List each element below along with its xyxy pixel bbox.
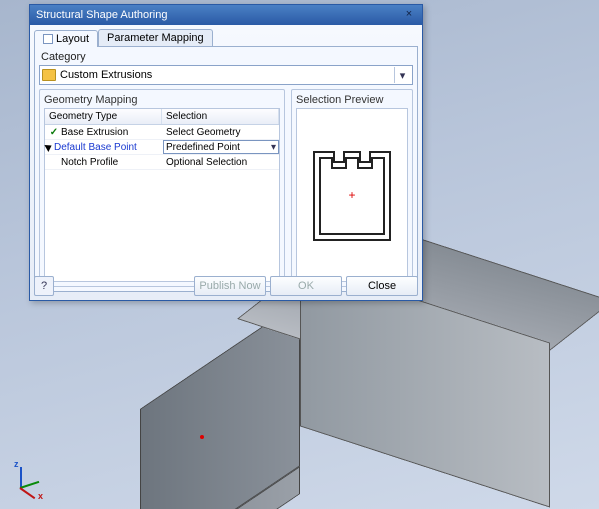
x-axis	[19, 487, 35, 499]
chevron-down-icon[interactable]: ▾	[271, 142, 276, 153]
row-base-extrusion[interactable]: ✓Base Extrusion Select Geometry	[45, 125, 279, 140]
viewport-3d[interactable]: z x Structural Shape Authoring × Layout …	[0, 0, 599, 509]
ok-button[interactable]: OK	[270, 276, 342, 296]
tab-layout-label: Layout	[56, 33, 89, 45]
col-selection: Selection	[162, 109, 279, 124]
cell-selection: Select Geometry	[166, 127, 240, 138]
geometry-mapping-title: Geometry Mapping	[44, 94, 280, 106]
tab-parameter-mapping[interactable]: Parameter Mapping	[98, 29, 213, 46]
cell-type: Base Extrusion	[61, 127, 128, 138]
selection-preview-title: Selection Preview	[296, 94, 408, 106]
folder-icon	[42, 69, 56, 81]
chevron-down-icon[interactable]: ▾	[394, 67, 410, 83]
category-dropdown[interactable]: Custom Extrusions ▾	[39, 65, 413, 85]
crosshair-icon: +	[348, 188, 355, 202]
category-label: Category	[41, 51, 413, 63]
geometry-mapping-grid[interactable]: Geometry Type Selection ✓Base Extrusion …	[44, 108, 280, 282]
check-icon: ✓	[49, 127, 59, 138]
dialog-titlebar[interactable]: Structural Shape Authoring ×	[30, 5, 422, 25]
tab-strip: Layout Parameter Mapping	[34, 29, 418, 46]
cell-selection: Predefined Point	[166, 142, 240, 153]
selection-preview-group: Selection Preview +	[291, 89, 413, 287]
publish-now-button[interactable]: Publish Now	[194, 276, 266, 296]
dialog-body: Category Custom Extrusions ▾ Geometry Ma…	[34, 46, 418, 292]
structural-shape-authoring-dialog: Structural Shape Authoring × Layout Para…	[29, 4, 423, 301]
category-value: Custom Extrusions	[60, 69, 152, 81]
tab-param-label: Parameter Mapping	[107, 32, 204, 44]
close-button[interactable]: Close	[346, 276, 418, 296]
layout-tab-icon	[43, 34, 53, 44]
dialog-footer: ? Publish Now OK Close	[34, 276, 418, 296]
tab-layout[interactable]: Layout	[34, 30, 98, 47]
cell-type: Default Base Point	[54, 142, 137, 153]
dialog-title: Structural Shape Authoring	[36, 9, 167, 21]
grid-header: Geometry Type Selection	[45, 109, 279, 125]
help-button[interactable]: ?	[34, 276, 54, 296]
cell-selection: Optional Selection	[166, 157, 247, 168]
selection-dropdown-cell[interactable]: Predefined Point ▾	[163, 140, 279, 154]
x-axis-label: x	[38, 491, 43, 501]
selection-preview-canvas: +	[296, 108, 408, 282]
row-default-base-point[interactable]: Default Base Point Predefined Point ▾	[45, 140, 279, 155]
cursor-icon	[44, 142, 53, 152]
base-point-marker	[200, 435, 204, 439]
geometry-mapping-group: Geometry Mapping Geometry Type Selection…	[39, 89, 285, 287]
close-icon[interactable]: ×	[402, 8, 416, 22]
z-axis-label: z	[14, 459, 19, 469]
axis-triad[interactable]: z x	[8, 461, 48, 501]
cell-type: Notch Profile	[61, 157, 118, 168]
model-face-side	[140, 301, 300, 509]
col-geometry-type: Geometry Type	[45, 109, 162, 124]
row-notch-profile[interactable]: Notch Profile Optional Selection	[45, 155, 279, 170]
